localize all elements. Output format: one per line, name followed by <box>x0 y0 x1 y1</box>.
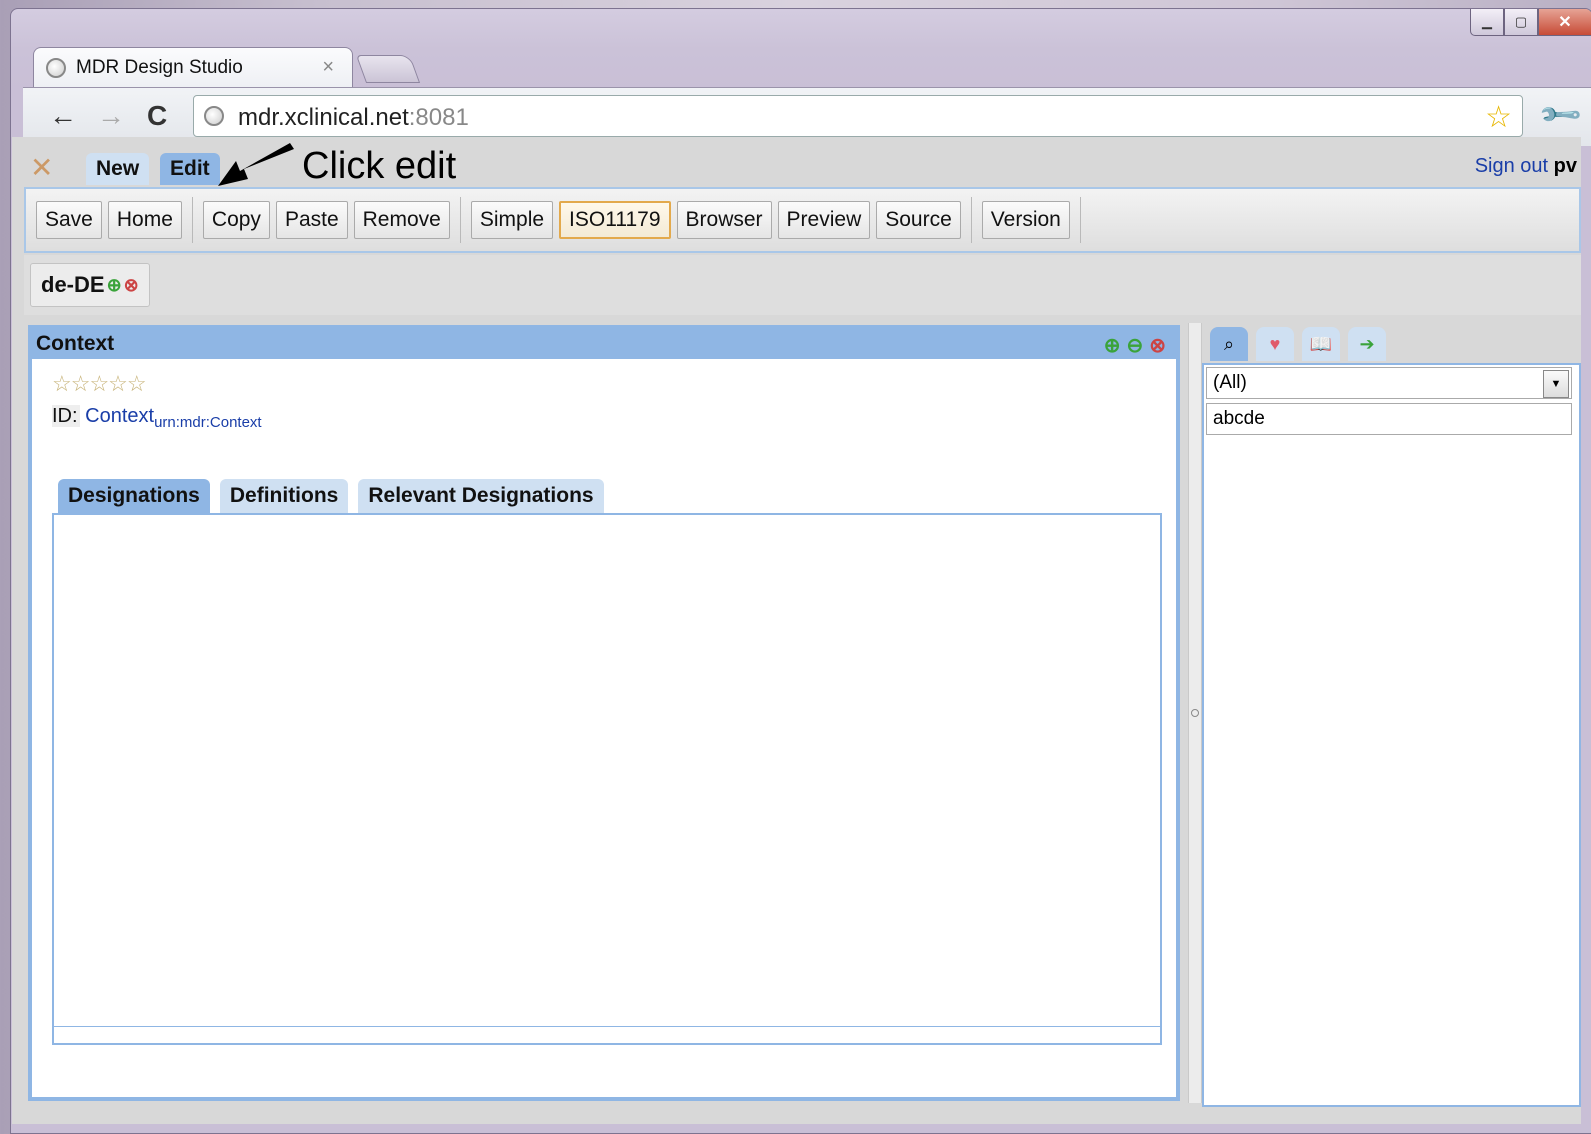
tab-edit[interactable]: Edit <box>160 153 220 185</box>
binoculars-icon[interactable]: ⌕ <box>1210 327 1248 361</box>
version-button[interactable]: Version <box>981 201 1070 239</box>
right-panel-body: (All) ▼ <box>1202 363 1581 1107</box>
copy-button[interactable]: Copy <box>202 201 270 239</box>
remove-button[interactable]: Remove <box>353 201 450 239</box>
browser-button[interactable]: Browser <box>676 201 772 239</box>
expand-panel-icon[interactable]: ⊕ <box>1104 333 1121 358</box>
close-panel-icon[interactable]: ⊗ <box>1149 333 1166 358</box>
tab-definitions[interactable]: Definitions <box>219 479 349 513</box>
action-toolbar: Save Home Copy Paste Remove Simple ISO11… <box>24 187 1581 253</box>
username: pv <box>1553 155 1577 177</box>
heart-icon[interactable]: ♥ <box>1256 327 1294 361</box>
tab-new[interactable]: New <box>86 153 150 185</box>
designations-content <box>52 513 1162 1045</box>
book-icon[interactable]: 📖 <box>1302 327 1340 361</box>
language-bar: de-DE ⊕ ⊗ <box>24 255 1581 315</box>
wrench-icon[interactable]: 🔧 <box>1537 91 1585 139</box>
new-tab-button[interactable] <box>355 55 421 83</box>
toolbar-group-views: Simple ISO11179 Browser Preview Source <box>470 197 972 243</box>
context-panel-header: Context ⊕ ⊖ ⊗ <box>32 329 1176 359</box>
iso11179-button[interactable]: ISO11179 <box>559 201 671 239</box>
preview-button[interactable]: Preview <box>777 201 871 239</box>
signout-area: Sign out pv <box>1475 155 1577 178</box>
browser-tab-title: MDR Design Studio <box>76 56 243 78</box>
tab-strip: MDR Design Studio × <box>33 43 421 87</box>
right-panel: ⌕ ♥ 📖 ➔ (All) ▼ <box>1202 325 1581 1115</box>
tab-relevant-designations[interactable]: Relevant Designations <box>358 479 604 513</box>
add-language-icon[interactable]: ⊕ <box>107 275 122 296</box>
paste-button[interactable]: Paste <box>275 201 348 239</box>
id-label: ID: <box>52 405 80 427</box>
language-code: de-DE <box>41 272 105 297</box>
url-text: mdr.xclinical.net:8081 <box>238 104 469 131</box>
globe-icon <box>46 57 66 78</box>
rating-stars[interactable]: ☆☆☆☆☆ <box>52 371 147 397</box>
forward-icon[interactable]: → <box>97 100 125 132</box>
id-urn: urn:mdr:Context <box>154 414 262 431</box>
reload-icon[interactable]: C <box>147 100 167 132</box>
chevron-down-icon[interactable]: ▼ <box>1543 370 1569 398</box>
filter-select[interactable]: (All) ▼ <box>1206 367 1572 399</box>
remove-language-icon[interactable]: ⊗ <box>124 275 139 296</box>
id-line: ID: Contexturn:mdr:Context <box>52 405 262 431</box>
annotation: Click edit <box>218 141 456 191</box>
content-footer <box>54 1026 1160 1043</box>
right-panel-tabs: ⌕ ♥ 📖 ➔ <box>1202 325 1581 361</box>
language-chip[interactable]: de-DE ⊕ ⊗ <box>30 263 150 307</box>
filter-value: (All) <box>1213 372 1247 393</box>
export-icon[interactable]: ➔ <box>1348 327 1386 361</box>
tab-designations[interactable]: Designations <box>58 479 210 513</box>
panel-controls: ⊕ ⊖ ⊗ <box>1104 333 1166 358</box>
context-panel: Context ⊕ ⊖ ⊗ ☆☆☆☆☆ ID: Contexturn:mdr:C… <box>28 325 1180 1101</box>
simple-button[interactable]: Simple <box>470 201 554 239</box>
app-logo-icon: ✕ <box>30 152 54 183</box>
browser-tab[interactable]: MDR Design Studio × <box>33 47 353 87</box>
source-button[interactable]: Source <box>876 201 961 239</box>
splitter-handle-icon[interactable] <box>1191 709 1199 717</box>
signout-link[interactable]: Sign out <box>1475 155 1548 177</box>
home-button[interactable]: Home <box>107 201 182 239</box>
toolbar-group-file: Save Home <box>36 197 193 243</box>
context-tabs: Designations Definitions Relevant Design… <box>58 479 604 513</box>
toolbar-group-clipboard: Copy Paste Remove <box>202 197 461 243</box>
id-value[interactable]: Context <box>85 405 154 427</box>
page-content: ✕ New Edit Click edit Sign out pv Save H… <box>12 137 1581 1124</box>
minimize-icon[interactable]: ▁ <box>1470 9 1504 36</box>
search-input[interactable] <box>1206 403 1572 435</box>
arrow-icon <box>218 143 294 186</box>
maximize-icon[interactable]: ▢ <box>1504 9 1538 36</box>
address-bar[interactable]: mdr.xclinical.net:8081 ☆ <box>193 95 1523 137</box>
close-window-icon[interactable]: ✕ <box>1538 9 1591 36</box>
save-button[interactable]: Save <box>36 201 102 239</box>
window-controls: ▁ ▢ ✕ <box>1470 9 1591 36</box>
annotation-text: Click edit <box>302 144 457 187</box>
panel-splitter[interactable] <box>1188 323 1202 1103</box>
tab-close-icon[interactable]: × <box>322 56 334 79</box>
collapse-panel-icon[interactable]: ⊖ <box>1126 333 1143 358</box>
site-info-icon[interactable] <box>204 106 224 126</box>
context-panel-title: Context <box>36 332 115 355</box>
back-icon[interactable]: ← <box>49 100 77 132</box>
bookmark-star-icon[interactable]: ☆ <box>1485 100 1512 135</box>
toolbar-group-version: Version <box>981 197 1081 243</box>
